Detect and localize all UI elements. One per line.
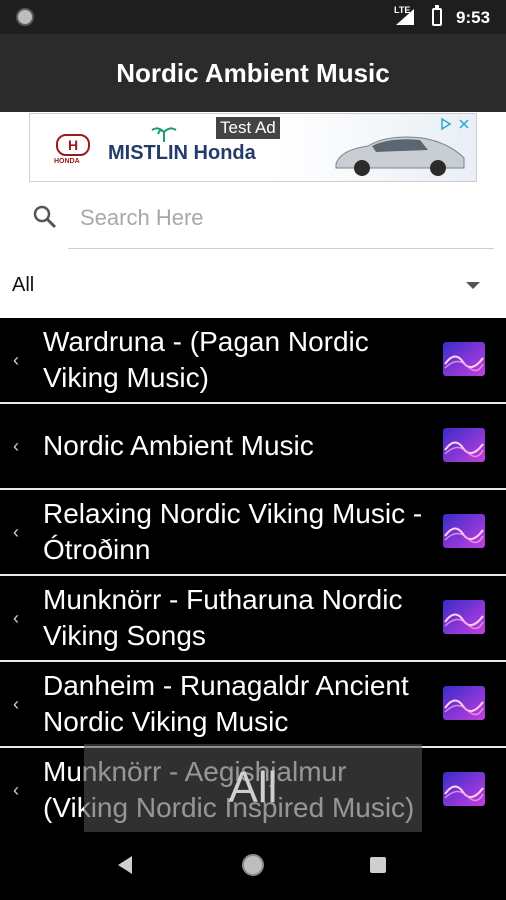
test-ad-label: Test Ad bbox=[216, 117, 280, 139]
clock: 9:53 bbox=[456, 8, 491, 27]
wave-thumbnail-icon bbox=[443, 514, 485, 548]
honda-logo-icon: H bbox=[56, 134, 90, 156]
home-icon[interactable] bbox=[242, 854, 264, 876]
battery-icon bbox=[432, 5, 442, 26]
search-underline bbox=[68, 248, 494, 249]
chevron-left-icon: ‹ bbox=[13, 693, 19, 714]
navigation-bar bbox=[0, 832, 506, 900]
wave-thumbnail-icon bbox=[443, 428, 485, 462]
wave-thumbnail-icon bbox=[443, 342, 485, 376]
search-input[interactable] bbox=[78, 200, 492, 236]
toast-message: All bbox=[84, 744, 422, 832]
chevron-left-icon: ‹ bbox=[13, 521, 19, 542]
app-bar: Nordic Ambient Music bbox=[0, 34, 506, 112]
back-icon[interactable] bbox=[118, 856, 132, 874]
notification-icon bbox=[16, 8, 34, 26]
wave-thumbnail-icon bbox=[443, 600, 485, 634]
car-image bbox=[335, 136, 465, 176]
honda-logo-text: HONDA bbox=[54, 158, 80, 165]
ad-choices-icon[interactable] bbox=[438, 116, 474, 132]
song-row[interactable]: ‹ Danheim - Runagaldr Ancient Nordic Viki… bbox=[0, 662, 506, 746]
app-title: Nordic Ambient Music bbox=[116, 57, 390, 88]
search-bar bbox=[28, 198, 494, 250]
song-title: Nordic Ambient Music bbox=[43, 430, 314, 461]
wave-thumbnail-icon bbox=[443, 686, 485, 720]
wave-thumbnail-icon bbox=[443, 772, 485, 806]
song-row[interactable]: ‹ Wardruna - (Pagan Nordic Viking Music) bbox=[0, 318, 506, 402]
palm-tree-icon bbox=[151, 127, 177, 142]
banner-ad[interactable]: H HONDA MISTLIN Honda Test Ad bbox=[29, 113, 477, 182]
chevron-left-icon: ‹ bbox=[13, 349, 19, 370]
chevron-left-icon: ‹ bbox=[13, 435, 19, 456]
song-title: Wardruna - (Pagan Nordic Viking Music) bbox=[43, 326, 369, 393]
song-title: Relaxing Nordic Viking Music - Ótroðinn bbox=[43, 498, 423, 565]
song-title: Munknörr - Futharuna Nordic Viking Songs bbox=[43, 584, 403, 651]
chevron-left-icon: ‹ bbox=[13, 607, 19, 628]
status-bar: LTE 9:53 bbox=[0, 0, 506, 34]
category-dropdown[interactable]: All bbox=[0, 262, 506, 312]
song-row[interactable]: ‹ Nordic Ambient Music bbox=[0, 404, 506, 488]
recents-icon[interactable] bbox=[370, 857, 386, 873]
signal-icon bbox=[396, 9, 414, 25]
search-icon bbox=[33, 205, 57, 229]
song-row[interactable]: ‹ Relaxing Nordic Viking Music - Ótroðinn bbox=[0, 490, 506, 574]
dropdown-value: All bbox=[12, 274, 35, 296]
song-row[interactable]: ‹ Munknörr - Futharuna Nordic Viking Song… bbox=[0, 576, 506, 660]
chevron-left-icon: ‹ bbox=[13, 779, 19, 800]
ad-brand: MISTLIN Honda bbox=[108, 142, 256, 164]
song-title: Danheim - Runagaldr Ancient Nordic Vikin… bbox=[43, 670, 409, 737]
toast-text: All bbox=[228, 763, 278, 812]
dropdown-arrow-icon bbox=[466, 282, 480, 289]
